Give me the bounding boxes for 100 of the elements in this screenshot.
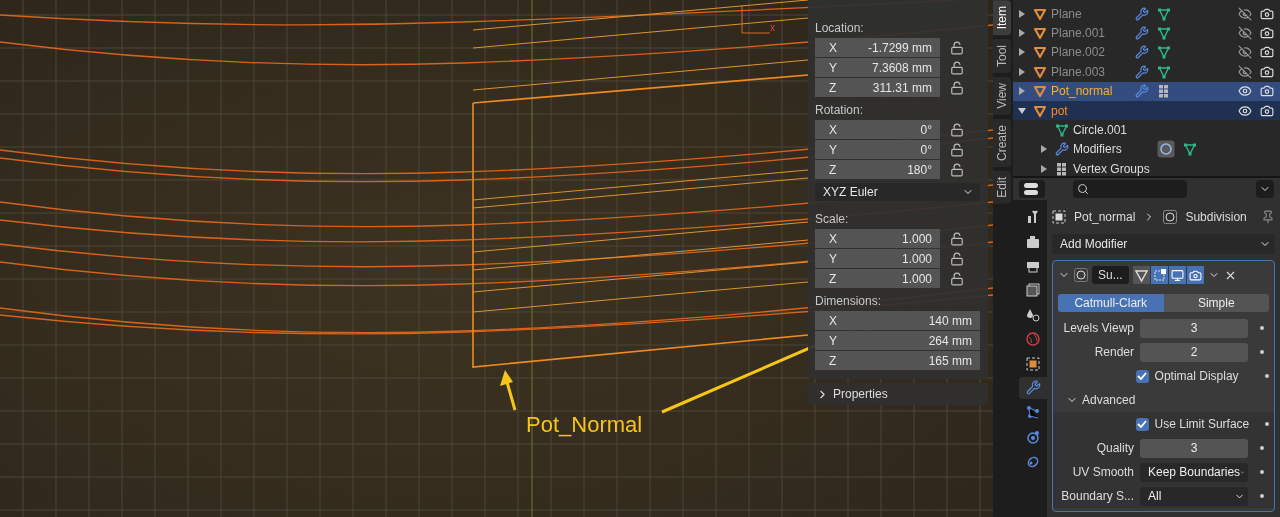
toggle-button[interactable] [1132, 266, 1150, 284]
editor-type-button[interactable] [1019, 180, 1045, 198]
eye-closed-icon[interactable] [1238, 45, 1252, 60]
camera-icon[interactable] [1260, 6, 1274, 21]
properties-tab[interactable] [1019, 376, 1047, 400]
sidebar-tab[interactable]: Tool [993, 39, 1011, 74]
field-label: Render [1093, 345, 1134, 359]
number-field[interactable]: Y 0° [815, 140, 940, 159]
breadcrumb-item: Pot_normal [1074, 210, 1136, 224]
number-field[interactable]: Y 7.3608 mm [815, 58, 940, 77]
eye-icon[interactable] [1238, 84, 1252, 99]
keyframe-dot[interactable] [1260, 470, 1264, 474]
search-field[interactable] [1073, 180, 1187, 198]
outliner-row[interactable]: Circle.001 [1013, 120, 1280, 140]
collapsed-arrow-icon[interactable] [1039, 144, 1049, 155]
vertex-groups-icon [1055, 161, 1069, 176]
number-field[interactable]: Z 311.31 mm [815, 78, 940, 97]
subdivision-icon [1157, 140, 1175, 159]
lock-icon[interactable] [950, 81, 964, 95]
type-option[interactable]: Catmull-Clark [1058, 294, 1164, 312]
wrench-icon [1135, 6, 1149, 21]
object-name: Plane.003 [1051, 64, 1107, 79]
outliner-row[interactable]: Pot_normal [1013, 81, 1280, 101]
add-modifier-dropdown[interactable]: Add Modifier [1052, 234, 1275, 254]
toggle-button[interactable] [1168, 266, 1186, 284]
outliner-row[interactable]: Plane.002 [1013, 42, 1280, 63]
number-field[interactable]: Y 264 mm [815, 331, 980, 350]
number-field[interactable]: 3 [1140, 318, 1248, 338]
outliner-row[interactable]: Plane.001 [1013, 23, 1280, 43]
lock-icon[interactable] [950, 41, 964, 55]
wrench-icon [1135, 45, 1149, 60]
camera-icon[interactable] [1260, 45, 1274, 60]
lock-icon[interactable] [950, 272, 964, 286]
camera-icon[interactable] [1260, 103, 1274, 118]
axis-label: x [770, 22, 775, 33]
lock-icon[interactable] [950, 143, 964, 157]
outliner-row[interactable]: pot [1013, 100, 1280, 121]
lock-icon[interactable] [950, 123, 964, 137]
outliner-row[interactable]: Vertex Groups [1013, 159, 1280, 176]
mesh-icon [1055, 123, 1069, 138]
lock-icon[interactable] [950, 232, 964, 246]
outliner-row[interactable]: Plane.003 [1013, 62, 1280, 82]
collapsed-arrow-icon[interactable] [1017, 28, 1027, 39]
wrench-icon [1135, 26, 1149, 41]
section-label: Scale: [815, 211, 850, 228]
expanded-arrow-icon[interactable] [1017, 105, 1027, 116]
subpanel-header[interactable]: Advanced [1066, 393, 1136, 407]
pin-icon[interactable] [1261, 210, 1275, 224]
keyframe-dot[interactable] [1260, 446, 1264, 450]
panel-header[interactable]: Properties [808, 383, 988, 405]
lock-icon[interactable] [950, 163, 964, 177]
keyframe-dot[interactable] [1260, 494, 1264, 498]
number-field[interactable]: 3 [1140, 438, 1248, 458]
dropdown-field[interactable]: Keep Boundaries [1140, 462, 1248, 482]
collapsed-arrow-icon[interactable] [1039, 163, 1049, 174]
object-name: Circle.001 [1073, 123, 1129, 138]
outliner-row[interactable]: Modifiers [1013, 139, 1280, 160]
collapsed-arrow-icon[interactable] [1017, 86, 1027, 97]
lock-icon[interactable] [950, 252, 964, 266]
keyframe-dot[interactable] [1265, 374, 1269, 378]
number-field[interactable]: Z 1.000 [815, 269, 940, 288]
number-field[interactable]: X 0° [815, 120, 940, 139]
object-name: Pot_normal [1051, 84, 1114, 99]
checkbox[interactable] [1136, 417, 1149, 431]
sidebar-tab[interactable]: Item [993, 0, 1011, 36]
camera-icon[interactable] [1260, 84, 1274, 99]
toggle-button[interactable] [1186, 266, 1204, 284]
keyframe-dot[interactable] [1260, 350, 1264, 354]
object-name: Vertex Groups [1073, 161, 1151, 176]
eye-icon[interactable] [1238, 103, 1252, 118]
wrench-icon [1135, 84, 1149, 99]
eye-closed-icon[interactable] [1238, 64, 1252, 79]
eye-closed-icon[interactable] [1238, 26, 1252, 41]
number-field[interactable]: Z 180° [815, 160, 940, 179]
number-field[interactable]: X -1.7299 mm [815, 38, 940, 57]
sidebar-tab[interactable]: Edit [993, 171, 1011, 204]
outliner-row[interactable]: Plane [1013, 4, 1280, 24]
number-field[interactable]: Z 165 mm [815, 351, 980, 370]
keyframe-dot[interactable] [1265, 422, 1269, 426]
eye-closed-icon[interactable] [1238, 6, 1252, 21]
collapsed-arrow-icon[interactable] [1017, 8, 1027, 19]
modifier-name-field[interactable]: Su... [1092, 266, 1129, 284]
collapsed-arrow-icon[interactable] [1017, 66, 1027, 77]
sidebar-tab[interactable]: View [993, 77, 1011, 116]
checkbox[interactable] [1136, 369, 1149, 383]
collapsed-arrow-icon[interactable] [1017, 47, 1027, 58]
camera-icon[interactable] [1260, 64, 1274, 79]
sidebar-tab[interactable]: Create [993, 119, 1011, 168]
number-field[interactable]: Y 1.000 [815, 249, 940, 268]
keyframe-dot[interactable] [1260, 326, 1264, 330]
camera-icon[interactable] [1260, 26, 1274, 41]
number-field[interactable]: 2 [1140, 342, 1248, 362]
lock-icon[interactable] [950, 61, 964, 75]
type-option[interactable]: Simple [1163, 294, 1269, 312]
triangle-icon [1033, 84, 1047, 99]
toggle-button[interactable] [1150, 266, 1168, 284]
rotation-mode-dropdown[interactable]: XYZ Euler [815, 183, 980, 201]
number-field[interactable]: X 140 mm [815, 311, 980, 330]
dropdown-field[interactable]: All [1140, 486, 1248, 506]
number-field[interactable]: X 1.000 [815, 229, 940, 248]
